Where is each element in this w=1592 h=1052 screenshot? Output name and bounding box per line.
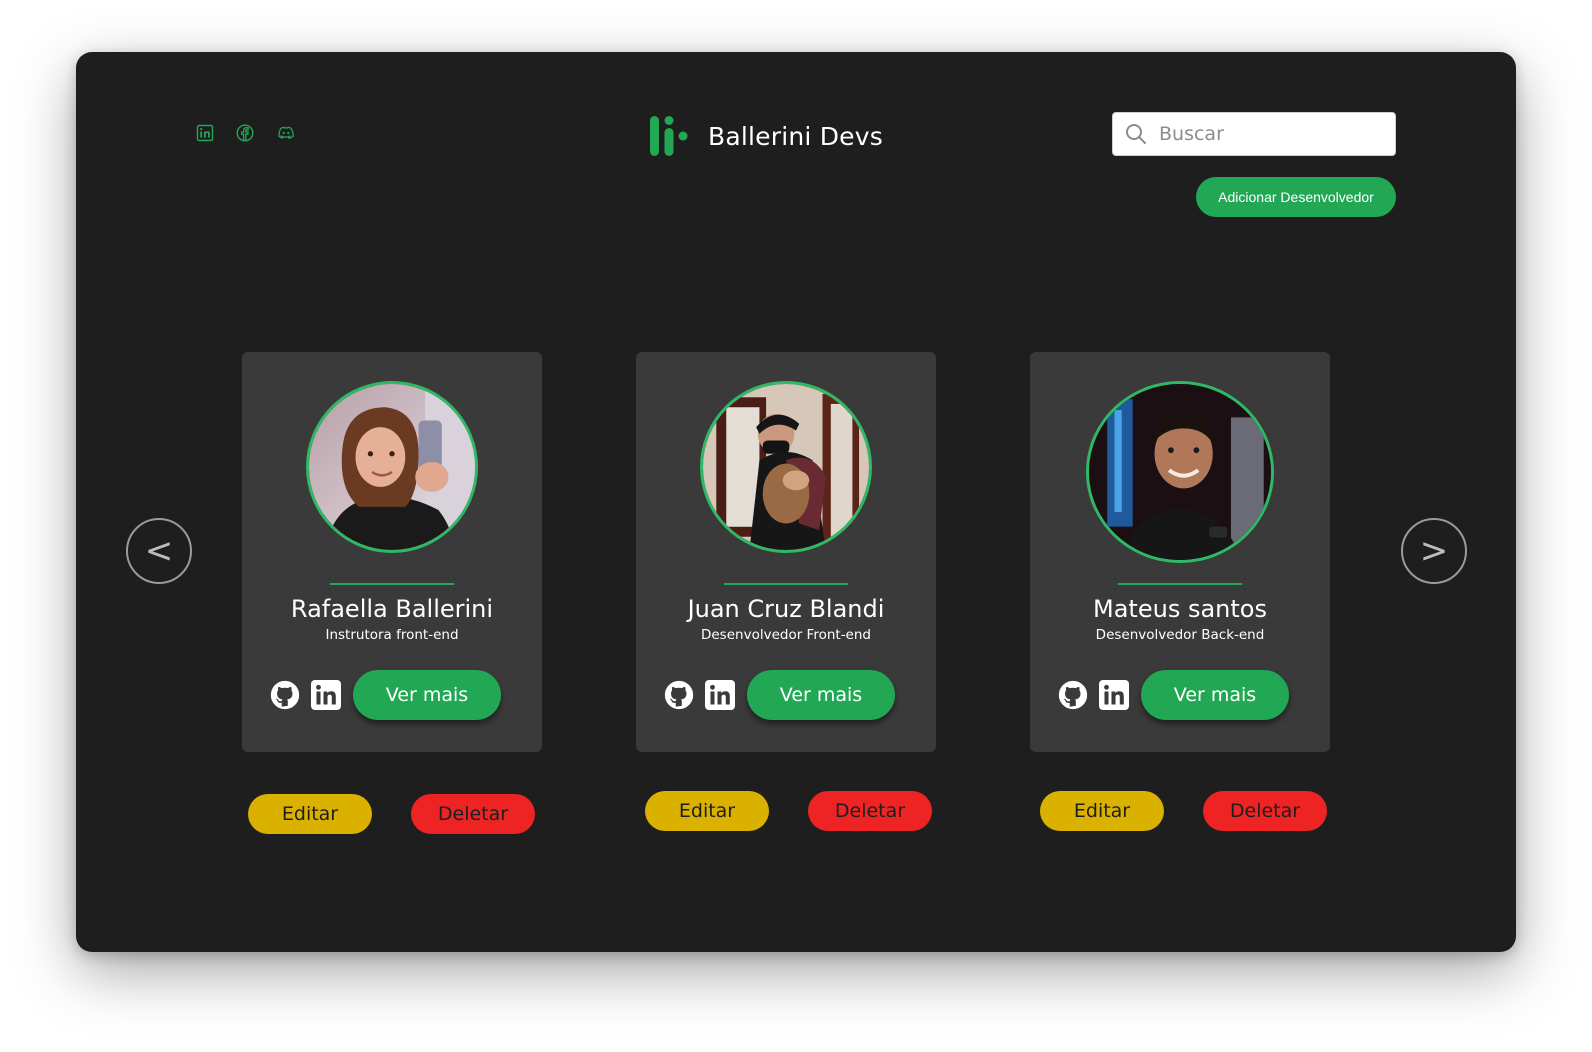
carousel-prev-button[interactable]: < — [126, 518, 192, 584]
linkedin-icon[interactable] — [704, 679, 736, 711]
github-icon[interactable] — [1058, 680, 1088, 710]
developer-card: Juan Cruz Blandi Desenvolvedor Front-end… — [636, 352, 936, 752]
search-icon — [1126, 124, 1146, 144]
ver-mais-button[interactable]: Ver mais — [1141, 670, 1289, 720]
card-divider — [330, 583, 454, 585]
ver-mais-button[interactable]: Ver mais — [747, 670, 895, 720]
avatar — [700, 381, 872, 553]
discord-icon[interactable] — [276, 124, 296, 142]
carousel-next-button[interactable]: > — [1401, 518, 1467, 584]
developer-card: Mateus santos Desenvolvedor Back-end Ver… — [1030, 352, 1330, 752]
edit-button[interactable]: Editar — [645, 791, 769, 831]
delete-button[interactable]: Deletar — [1203, 791, 1327, 831]
card-actions: Ver mais — [270, 670, 501, 720]
linkedin-icon[interactable] — [1098, 679, 1130, 711]
card-divider — [1118, 583, 1242, 585]
github-icon[interactable] — [664, 680, 694, 710]
header-social-links — [196, 124, 296, 142]
developer-name: Juan Cruz Blandi — [687, 595, 885, 623]
linkedin-icon[interactable] — [196, 124, 214, 142]
avatar — [1086, 381, 1274, 563]
search-input[interactable] — [1157, 122, 1381, 146]
avatar — [306, 381, 478, 553]
search-box[interactable] — [1112, 112, 1396, 156]
delete-button[interactable]: Deletar — [808, 791, 932, 831]
delete-button[interactable]: Deletar — [411, 794, 535, 834]
edit-button[interactable]: Editar — [1040, 791, 1164, 831]
edit-button[interactable]: Editar — [248, 794, 372, 834]
developer-name: Mateus santos — [1093, 595, 1267, 623]
card-actions: Ver mais — [664, 670, 895, 720]
linkedin-icon[interactable] — [310, 679, 342, 711]
developer-role: Instrutora front-end — [325, 627, 459, 643]
add-developer-button[interactable]: Adicionar Desenvolvedor — [1196, 177, 1396, 217]
github-icon[interactable] — [270, 680, 300, 710]
developer-card: Rafaella Ballerini Instrutora front-end … — [242, 352, 542, 752]
logo-icon — [650, 116, 688, 156]
developer-role: Desenvolvedor Back-end — [1095, 627, 1265, 643]
brand-title: Ballerini Devs — [708, 121, 883, 151]
card-divider — [724, 583, 848, 585]
developer-name: Rafaella Ballerini — [290, 595, 494, 623]
ver-mais-button[interactable]: Ver mais — [353, 670, 501, 720]
developer-role: Desenvolvedor Front-end — [700, 627, 871, 643]
brand: Ballerini Devs — [650, 114, 883, 158]
app-window: Ballerini Devs Adicionar Desenvolvedor <… — [76, 52, 1516, 952]
facebook-icon[interactable] — [236, 124, 254, 142]
card-actions: Ver mais — [1058, 670, 1289, 720]
